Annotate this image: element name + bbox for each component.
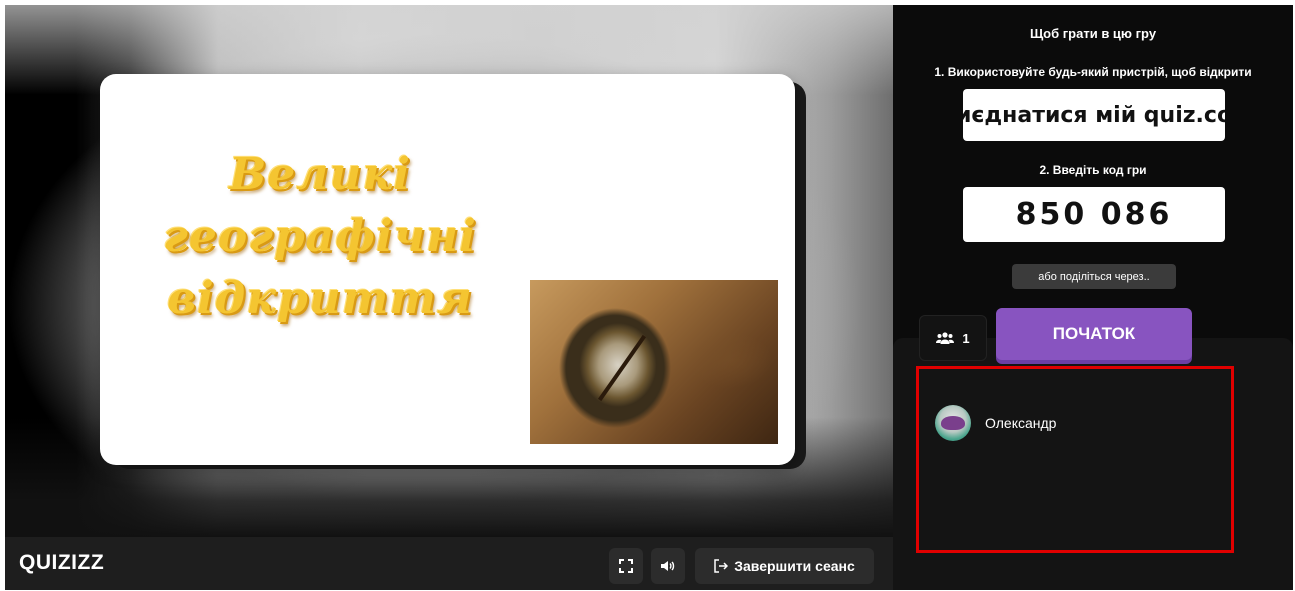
join-url-box[interactable]: иєднатися мій quiz.co — [963, 89, 1225, 141]
share-button[interactable]: або поділіться через.. — [1012, 264, 1176, 289]
player-count-button[interactable]: 1 — [919, 315, 987, 361]
join-panel: Щоб грати в цю гру 1. Використовуйте буд… — [893, 5, 1293, 590]
game-code[interactable]: 850 086 — [963, 187, 1225, 242]
player-count: 1 — [962, 330, 970, 346]
join-step-2: 2. Введіть код гри — [1039, 163, 1147, 177]
compass-on-map-image — [530, 280, 778, 444]
app-window: Великі географічні відкриття QUIZIZZ Зав… — [5, 5, 1293, 590]
player-item: Олександр — [935, 405, 1056, 441]
exit-arrow-icon — [714, 559, 729, 573]
bottom-toolbar: QUIZIZZ Завершити сеанс — [5, 537, 893, 590]
presentation-stage: Великі географічні відкриття — [5, 5, 893, 537]
users-icon — [936, 332, 955, 344]
join-step-1: 1. Використовуйте будь-який пристрій, що… — [934, 65, 1252, 79]
slide-title: Великі географічні відкриття — [150, 144, 490, 330]
join-url: иєднатися мій quiz.co — [963, 102, 1225, 128]
quizizz-logo: QUIZIZZ — [19, 551, 105, 574]
end-session-button[interactable]: Завершити сеанс — [695, 548, 874, 584]
fullscreen-button[interactable] — [609, 548, 643, 584]
start-button[interactable]: ПОЧАТОК — [996, 308, 1192, 360]
slide-title-line-2: географічні — [163, 211, 477, 262]
speaker-icon — [661, 561, 675, 571]
avatar — [935, 405, 971, 441]
title-slide: Великі географічні відкриття — [100, 74, 795, 465]
player-name: Олександр — [985, 415, 1057, 431]
slide-title-line-3: відкриття — [167, 273, 473, 324]
sound-button[interactable] — [651, 548, 685, 584]
players-lobby: Олександр — [893, 338, 1293, 590]
end-session-label: Завершити сеанс — [734, 558, 855, 574]
join-heading: Щоб грати в цю гру — [1029, 26, 1157, 41]
fullscreen-icon — [619, 559, 633, 573]
slide-title-line-1: Великі — [229, 149, 411, 200]
